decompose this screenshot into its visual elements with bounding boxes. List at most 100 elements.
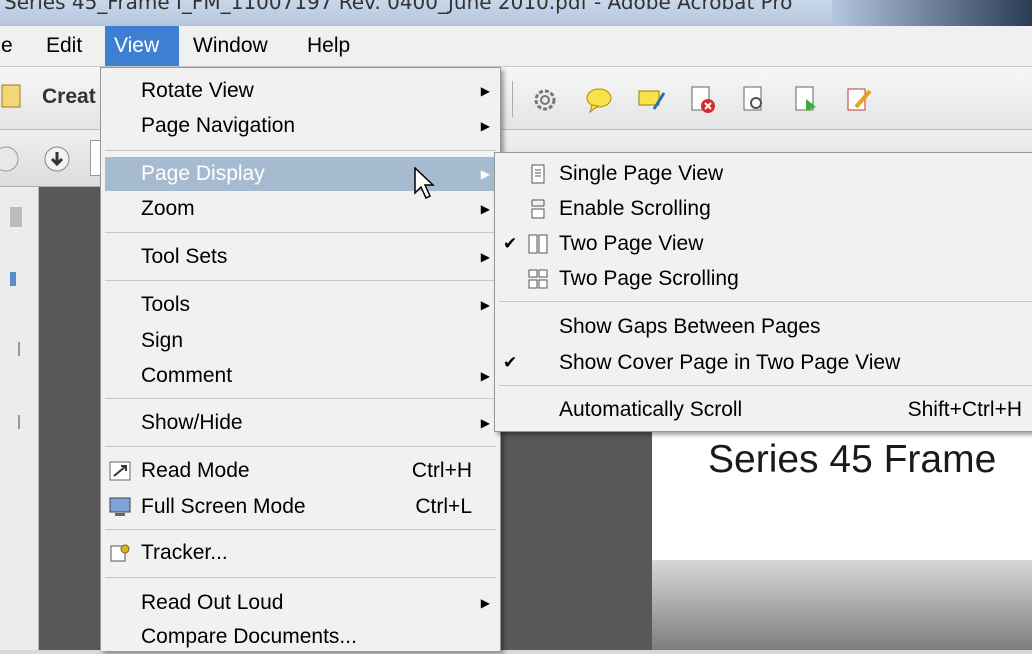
menu-item-zoom[interactable]: Zoom ▶ — [101, 192, 500, 226]
submenu-arrow-icon: ▶ — [480, 84, 490, 98]
menu-item-label: Read Out Loud — [141, 591, 284, 614]
highlight-icon[interactable] — [636, 85, 666, 115]
pages-panel-icon[interactable] — [10, 207, 22, 227]
menu-item-label: Show/Hide — [141, 411, 243, 434]
menu-item-label: Enable Scrolling — [559, 197, 711, 220]
two-page-icon — [528, 234, 548, 254]
menu-separator — [105, 577, 496, 578]
menu-item-two-page-view[interactable]: ✔ Two Page View — [495, 227, 1032, 261]
menu-file[interactable]: e — [0, 26, 22, 66]
menu-window[interactable]: Window — [184, 26, 277, 66]
menu-item-tools[interactable]: Tools ▶ — [101, 288, 500, 322]
menu-item-automatically-scroll[interactable]: Automatically Scroll Shift+Ctrl+H — [495, 393, 1032, 427]
menu-item-enable-scrolling[interactable]: Enable Scrolling — [495, 192, 1032, 226]
menu-item-single-page-view[interactable]: Single Page View — [495, 157, 1032, 191]
create-button[interactable]: Creat — [42, 85, 96, 109]
menu-item-comment[interactable]: Comment ▶ — [101, 359, 500, 393]
menu-view[interactable]: View — [105, 26, 179, 66]
menu-item-page-navigation[interactable]: Page Navigation ▶ — [101, 109, 500, 143]
navigation-pane — [0, 187, 39, 650]
tracker-icon — [110, 544, 130, 562]
submenu-arrow-icon: ▶ — [480, 369, 490, 383]
menu-item-read-mode[interactable]: Read Mode Ctrl+H — [101, 454, 500, 488]
scrolling-icon — [531, 199, 545, 219]
menu-item-label: Show Gaps Between Pages — [559, 315, 821, 338]
menu-item-label: Full Screen Mode — [141, 495, 306, 518]
monitor-icon — [109, 497, 131, 516]
read-mode-icon — [109, 461, 131, 481]
submenu-arrow-icon: ▶ — [480, 202, 490, 216]
menu-item-show-gaps[interactable]: Show Gaps Between Pages — [495, 310, 1032, 344]
toolbar-divider — [512, 81, 513, 117]
view-menu: Rotate View ▶ Page Navigation ▶ Page Dis… — [100, 67, 501, 651]
window-title: Series 45_Frame I_FM_11007197 Rev. 0400_… — [4, 0, 793, 14]
menu-item-sign[interactable]: Sign — [101, 324, 500, 358]
create-icon[interactable] — [0, 81, 26, 111]
signatures-panel-icon[interactable] — [10, 415, 20, 429]
menu-separator — [499, 301, 1032, 302]
menu-item-label: Page Navigation — [141, 114, 296, 137]
menu-item-tool-sets[interactable]: Tool Sets ▶ — [101, 240, 500, 274]
document-heading: Series 45 Frame — [708, 438, 997, 481]
two-page-scrolling-icon — [528, 269, 548, 289]
bookmarks-panel-icon[interactable] — [10, 272, 16, 286]
next-page-icon[interactable] — [42, 144, 72, 174]
menu-item-label: Compare Documents... — [141, 625, 357, 648]
menu-item-page-display[interactable]: Page Display ▶ — [105, 157, 496, 191]
window-titlebar: Series 45_Frame I_FM_11007197 Rev. 0400_… — [0, 0, 1032, 26]
menu-item-two-page-scrolling[interactable]: Two Page Scrolling — [495, 262, 1032, 296]
menu-separator — [105, 398, 496, 399]
menu-separator — [105, 529, 496, 530]
submenu-arrow-icon: ▶ — [480, 119, 490, 133]
submenu-arrow-icon: ▶ — [480, 167, 490, 181]
menu-separator — [105, 446, 496, 447]
menu-edit[interactable]: Edit — [37, 26, 91, 66]
menu-help[interactable]: Help — [298, 26, 359, 66]
menu-item-compare-documents[interactable]: Compare Documents... — [101, 620, 500, 654]
menu-item-full-screen-mode[interactable]: Full Screen Mode Ctrl+L — [101, 490, 500, 524]
page-search-icon[interactable] — [740, 85, 770, 115]
page-display-submenu: Single Page View Enable Scrolling ✔ Two … — [494, 152, 1032, 432]
menu-item-rotate-view[interactable]: Rotate View ▶ — [101, 74, 500, 108]
menu-item-label: Show Cover Page in Two Page View — [559, 351, 901, 374]
edit-page-icon[interactable] — [844, 85, 874, 115]
checkmark-icon: ✔ — [503, 234, 518, 253]
submenu-arrow-icon: ▶ — [480, 298, 490, 312]
gear-icon[interactable] — [530, 85, 560, 115]
submenu-arrow-icon: ▶ — [480, 596, 490, 610]
menu-separator — [499, 385, 1032, 386]
menu-bar: e Edit View Window Help — [0, 26, 1032, 67]
page-shading — [652, 560, 1032, 650]
menu-item-label: Read Mode — [141, 459, 250, 482]
menu-item-label: Two Page Scrolling — [559, 267, 739, 290]
menu-item-shortcut: Ctrl+L — [415, 495, 472, 518]
menu-item-label: Page Display — [141, 162, 265, 185]
attachments-panel-icon[interactable] — [10, 342, 20, 356]
titlebar-gradient — [832, 0, 1032, 26]
menu-item-label: Zoom — [141, 197, 195, 220]
menu-item-label: Tools — [141, 293, 191, 316]
menu-item-show-hide[interactable]: Show/Hide ▶ — [101, 406, 500, 440]
menu-item-label: Comment — [141, 364, 233, 387]
menu-item-label: Rotate View — [141, 79, 254, 102]
menu-item-read-out-loud[interactable]: Read Out Loud ▶ — [101, 586, 500, 620]
insert-page-icon[interactable] — [792, 85, 822, 115]
menu-item-label: Tracker... — [141, 541, 228, 564]
comment-icon[interactable] — [584, 85, 614, 115]
checkmark-icon: ✔ — [503, 353, 518, 372]
delete-page-icon[interactable] — [688, 85, 718, 115]
menu-item-label: Automatically Scroll — [559, 398, 743, 421]
menu-item-shortcut: Shift+Ctrl+H — [907, 398, 1022, 421]
previous-page-icon[interactable] — [0, 144, 30, 174]
menu-separator — [105, 232, 496, 233]
menu-separator — [105, 150, 496, 151]
menu-item-tracker[interactable]: Tracker... — [101, 536, 500, 570]
menu-item-label: Single Page View — [559, 162, 724, 185]
menu-item-shortcut: Ctrl+H — [411, 459, 472, 482]
menu-item-show-cover-page[interactable]: ✔ Show Cover Page in Two Page View — [495, 346, 1032, 380]
mouse-cursor-icon — [414, 167, 435, 200]
submenu-arrow-icon: ▶ — [480, 250, 490, 264]
single-page-icon — [531, 164, 545, 184]
menu-item-label: Two Page View — [559, 232, 704, 255]
submenu-arrow-icon: ▶ — [480, 416, 490, 430]
